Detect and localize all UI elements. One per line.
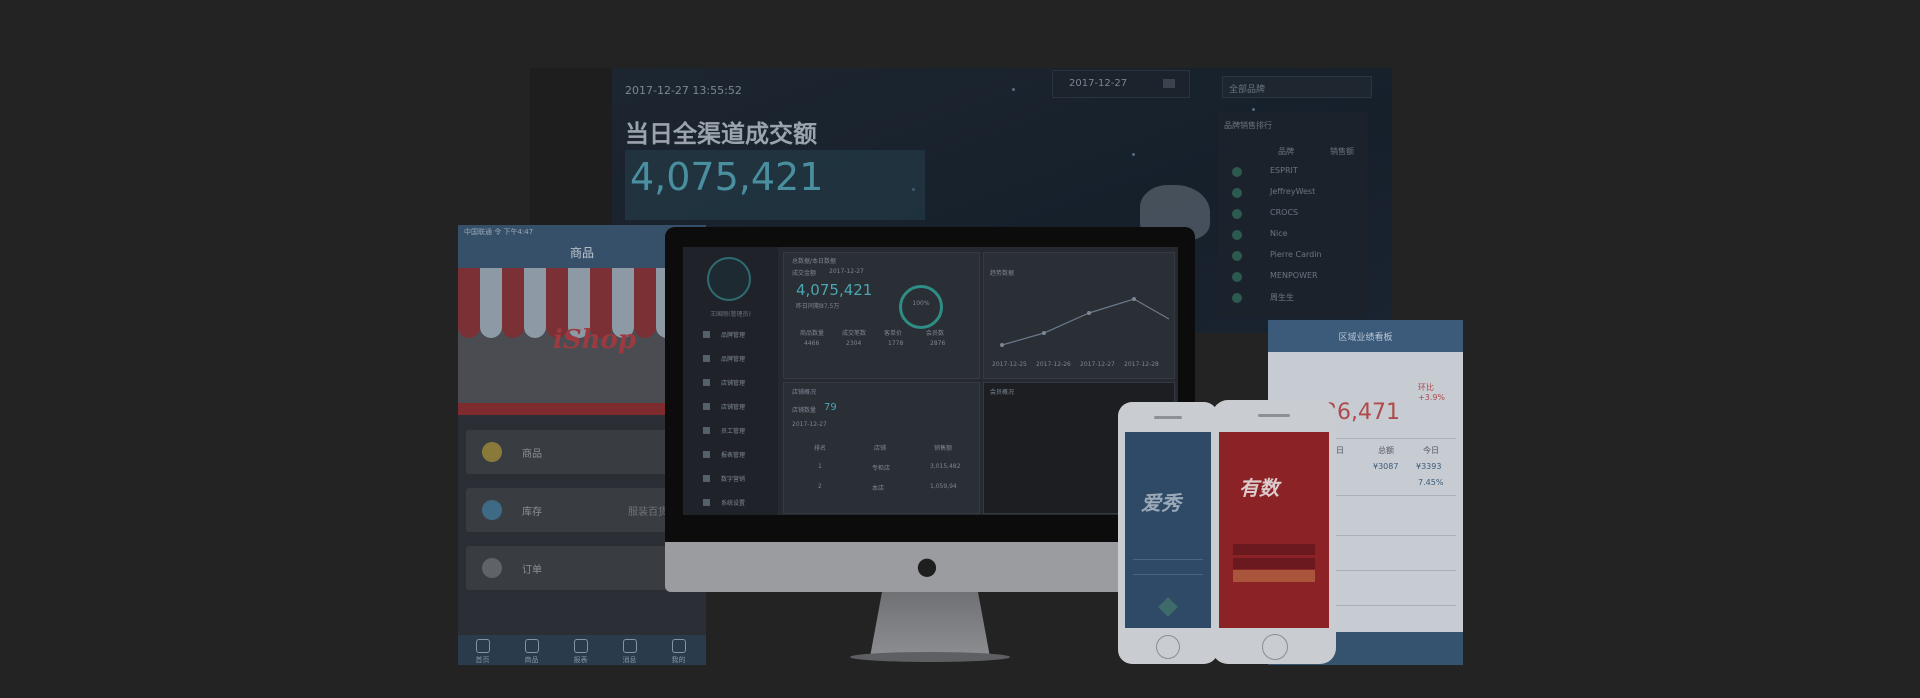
background-title: 当日全渠道成交额 [625, 120, 817, 148]
sidebar-item[interactable]: 数字营销 [703, 473, 773, 485]
people-icon [703, 427, 710, 434]
background-date-text: 2017-12-27 [1069, 78, 1128, 89]
settings-icon [703, 499, 710, 506]
background-brand-select[interactable]: 全部品牌 [1222, 76, 1372, 98]
password-field[interactable] [1233, 558, 1315, 569]
sales-panel: 总数据/本日数据 成交金额 2017-12-27 4,075,421 昨日同期8… [783, 252, 980, 379]
calendar-icon [1163, 79, 1175, 88]
sidebar-item[interactable]: 品牌管理 [703, 329, 773, 341]
tablet-title: 区域业绩看板 [1268, 320, 1463, 352]
imac-device: 王国刚(管理员) 品牌管理 品牌管理 店铺管理 店铺管理 员工管理 报表管理 数… [665, 227, 1195, 662]
login-button[interactable] [1233, 570, 1315, 582]
list-item[interactable]: 订单 商品 [466, 546, 698, 590]
tab-home[interactable]: 首页 [458, 635, 507, 665]
report-icon [703, 451, 710, 458]
home-button[interactable] [1156, 635, 1180, 659]
shield-icon [1158, 597, 1178, 617]
login-field[interactable] [1133, 567, 1203, 575]
rank-title: 品牌销售排行 [1224, 121, 1272, 130]
background-rank-panel: 品牌销售排行 品牌 销售额 ESPRIT JeffreyWest CROCS N… [1218, 112, 1368, 317]
background-amount: 4,075,421 [630, 155, 824, 199]
store-icon [703, 379, 710, 386]
sidebar-item[interactable]: 报表管理 [703, 449, 773, 461]
rank-row: Pierre Cardin [1232, 250, 1362, 264]
list-item[interactable]: 商品 商品 [466, 430, 698, 474]
chart-icon [573, 639, 588, 653]
background-timestamp: 2017-12-27 13:55:52 [625, 84, 742, 97]
youshu-logo: 有数 [1239, 476, 1279, 500]
order-icon [482, 558, 502, 578]
user-name: 王国刚(管理员) [710, 311, 751, 318]
bar-chart-icon [703, 331, 710, 338]
sidebar-item[interactable]: 系统设置 [703, 497, 773, 509]
dashboard-sidebar: 王国刚(管理员) 品牌管理 品牌管理 店铺管理 店铺管理 员工管理 报表管理 数… [683, 247, 778, 515]
message-icon [622, 639, 637, 653]
stock-icon [482, 500, 502, 520]
white-phone: 爱秀 [1118, 402, 1218, 664]
background-date-picker[interactable]: 2017-12-27 [1052, 70, 1190, 98]
red-phone: 有数 [1212, 400, 1336, 664]
trend-line-chart [1000, 297, 1170, 347]
rank-header-sales: 销售额 [1330, 147, 1354, 156]
home-button[interactable] [1262, 634, 1288, 660]
user-avatar-icon [707, 257, 751, 301]
home-icon [475, 639, 490, 653]
tag-icon [703, 355, 710, 362]
shop-icon [703, 403, 710, 410]
shop-panel: 店铺概况 店铺数量 79 2017-12-27 排名 店铺 销售额 1 专柜店 … [783, 382, 980, 514]
trend-panel: 趋势数据 2017-12-25 2017-12-26 2017-12-27 20… [983, 252, 1175, 379]
imac-stand [870, 592, 990, 657]
sidebar-item[interactable]: 品牌管理 [703, 353, 773, 365]
rank-row: ESPRIT [1232, 166, 1362, 180]
aixiu-logo: 爱秀 [1141, 491, 1181, 515]
apple-logo-icon: ● [916, 552, 938, 580]
tablet-growth: 环比 +3.9% [1418, 383, 1446, 402]
rank-row: JeffreyWest [1232, 187, 1362, 201]
imac-stand-base [850, 652, 1010, 662]
progress-ring: 100% [899, 285, 943, 329]
ishop-logo: iShop [553, 325, 637, 355]
rank-header-brand: 品牌 [1278, 147, 1294, 156]
goods-icon [482, 442, 502, 462]
red-phone-screen: 有数 [1219, 432, 1329, 628]
username-field[interactable] [1233, 544, 1315, 555]
user-icon [671, 639, 686, 653]
rank-row: MENPOWER [1232, 271, 1362, 285]
rank-row: 周生生 [1232, 292, 1362, 306]
marketing-icon [703, 475, 710, 482]
sidebar-item[interactable]: 员工管理 [703, 425, 773, 437]
tab-goods[interactable]: 商品 [507, 635, 556, 665]
login-field[interactable] [1133, 552, 1203, 560]
white-phone-screen: 爱秀 [1125, 432, 1211, 628]
rank-row: CROCS [1232, 208, 1362, 222]
tab-message[interactable]: 消息 [605, 635, 654, 665]
sidebar-item[interactable]: 店铺管理 [703, 377, 773, 389]
dashboard-display: 王国刚(管理员) 品牌管理 品牌管理 店铺管理 店铺管理 员工管理 报表管理 数… [683, 247, 1178, 515]
sidebar-item[interactable]: 店铺管理 [703, 401, 773, 413]
tab-bar: 首页 商品 报表 消息 我的 [458, 635, 706, 665]
sales-amount: 4,075,421 [796, 281, 873, 299]
tab-me[interactable]: 我的 [654, 635, 703, 665]
list-item[interactable]: 库存 服装百货发行 [466, 488, 698, 532]
leaf-icon [524, 639, 539, 653]
tab-report[interactable]: 报表 [556, 635, 605, 665]
rank-row: Nice [1232, 229, 1362, 243]
